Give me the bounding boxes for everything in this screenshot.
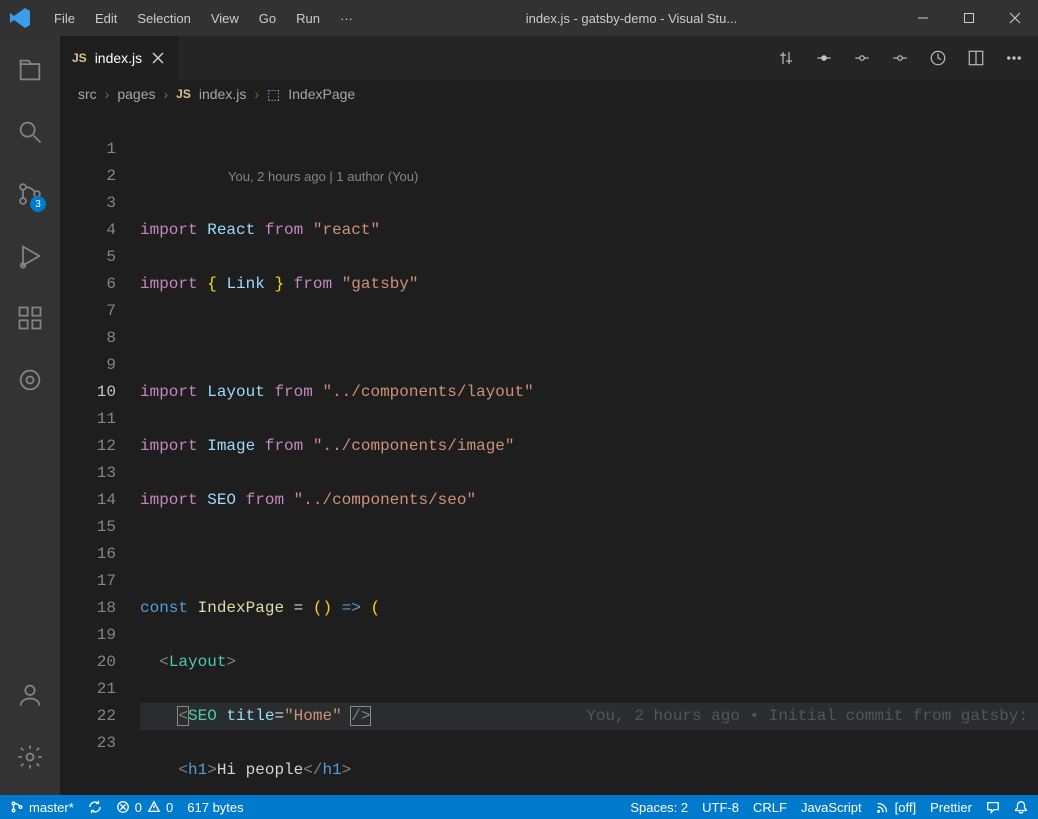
- git-prev-commit-icon[interactable]: [852, 48, 872, 68]
- encoding-button[interactable]: UTF-8: [702, 800, 739, 815]
- menu-go[interactable]: Go: [249, 5, 286, 32]
- window-controls: [900, 0, 1038, 36]
- settings-gear-icon[interactable]: [6, 733, 54, 781]
- window-title: index.js - gatsby-demo - Visual Stu...: [363, 11, 900, 26]
- scm-badge: 3: [30, 196, 46, 212]
- file-size-label[interactable]: 617 bytes: [187, 800, 243, 815]
- statusbar: master* 0 0 617 bytes Spaces: 2 UTF-8 CR…: [0, 795, 1038, 819]
- indentation-button[interactable]: Spaces: 2: [630, 800, 688, 815]
- split-editor-icon[interactable]: [966, 48, 986, 68]
- tab-index-js[interactable]: JS index.js: [60, 36, 179, 80]
- explorer-icon[interactable]: [6, 46, 54, 94]
- codelens-blame[interactable]: You, 2 hours ago | 1 author (You): [140, 162, 1038, 190]
- chevron-right-icon: ›: [164, 86, 169, 102]
- chevron-right-icon: ›: [254, 86, 259, 102]
- problems-button[interactable]: 0 0: [116, 800, 173, 815]
- chevron-right-icon: ›: [105, 86, 110, 102]
- code-content[interactable]: You, 2 hours ago | 1 author (You) import…: [140, 108, 1038, 795]
- js-file-icon: JS: [72, 51, 87, 65]
- menu-file[interactable]: File: [44, 5, 85, 32]
- toggle-file-blame-icon[interactable]: [928, 48, 948, 68]
- accounts-icon[interactable]: [6, 671, 54, 719]
- breadcrumb-symbol[interactable]: IndexPage: [288, 86, 355, 102]
- editor-actions: [776, 36, 1038, 80]
- git-next-commit-icon[interactable]: [890, 48, 910, 68]
- gitlens-icon[interactable]: [6, 356, 54, 404]
- tabs-row: JS index.js: [60, 36, 1038, 80]
- menu-more-icon[interactable]: ···: [330, 5, 363, 32]
- line-number-gutter[interactable]: 1 2 3 4 5 6 7 8 9 10 11 12 13 14 15 16 1…: [60, 108, 140, 795]
- extensions-icon[interactable]: [6, 294, 54, 342]
- menu-run[interactable]: Run: [286, 5, 330, 32]
- inline-git-blame: You, 2 hours ago • Initial commit from g…: [586, 703, 1028, 730]
- activitybar: 3: [0, 36, 60, 795]
- breadcrumb-file[interactable]: index.js: [199, 86, 246, 102]
- menu-view[interactable]: View: [201, 5, 249, 32]
- menu-selection[interactable]: Selection: [127, 5, 200, 32]
- symbol-icon: ⬚: [267, 86, 280, 103]
- maximize-button[interactable]: [946, 0, 992, 36]
- screencast-button[interactable]: [off]: [876, 800, 916, 815]
- tab-label: index.js: [95, 50, 142, 66]
- code-editor[interactable]: 1 2 3 4 5 6 7 8 9 10 11 12 13 14 15 16 1…: [60, 108, 1038, 795]
- overview-ruler[interactable]: [1024, 108, 1038, 795]
- feedback-icon[interactable]: [986, 800, 1000, 814]
- notifications-icon[interactable]: [1014, 800, 1028, 814]
- menubar: File Edit Selection View Go Run ···: [44, 5, 363, 32]
- editor-more-icon[interactable]: [1004, 48, 1024, 68]
- sync-button[interactable]: [88, 800, 102, 814]
- close-button[interactable]: [992, 0, 1038, 36]
- js-file-icon: JS: [176, 87, 191, 101]
- git-branch-button[interactable]: master*: [10, 800, 74, 815]
- titlebar: File Edit Selection View Go Run ··· inde…: [0, 0, 1038, 36]
- prettier-button[interactable]: Prettier: [930, 800, 972, 815]
- breadcrumb-folder[interactable]: src: [78, 86, 97, 102]
- source-control-icon[interactable]: 3: [6, 170, 54, 218]
- eol-button[interactable]: CRLF: [753, 800, 787, 815]
- search-icon[interactable]: [6, 108, 54, 156]
- vscode-logo-icon: [8, 6, 32, 30]
- run-debug-icon[interactable]: [6, 232, 54, 280]
- language-mode-button[interactable]: JavaScript: [801, 800, 862, 815]
- git-head-commit-icon[interactable]: [814, 48, 834, 68]
- menu-edit[interactable]: Edit: [85, 5, 127, 32]
- compare-changes-icon[interactable]: [776, 48, 796, 68]
- breadcrumb-folder[interactable]: pages: [117, 86, 155, 102]
- breadcrumb[interactable]: src › pages › JS index.js › ⬚ IndexPage: [60, 80, 1038, 108]
- close-tab-icon[interactable]: [150, 50, 166, 66]
- minimize-button[interactable]: [900, 0, 946, 36]
